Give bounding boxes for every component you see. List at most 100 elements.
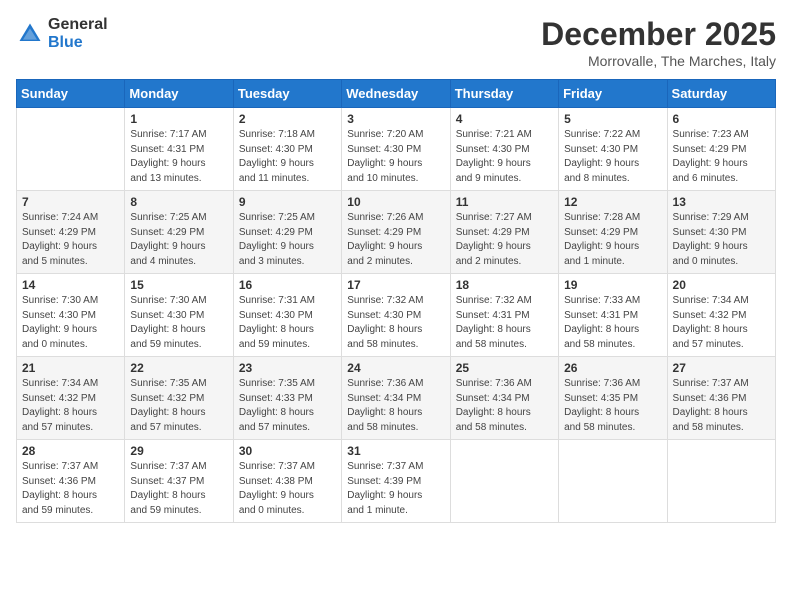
calendar-cell: 16 Sunrise: 7:31 AMSunset: 4:30 PMDayligh… xyxy=(233,274,341,357)
calendar-week-5: 28 Sunrise: 7:37 AMSunset: 4:36 PMDayligh… xyxy=(17,440,776,523)
day-number: 2 xyxy=(239,112,336,126)
title-area: December 2025 Morrovalle, The Marches, I… xyxy=(541,16,776,69)
calendar-week-1: 1 Sunrise: 7:17 AMSunset: 4:31 PMDaylight… xyxy=(17,108,776,191)
day-number: 5 xyxy=(564,112,661,126)
calendar-cell: 12 Sunrise: 7:28 AMSunset: 4:29 PMDayligh… xyxy=(559,191,667,274)
logo-blue-text: Blue xyxy=(48,34,108,52)
day-info: Sunrise: 7:34 AMSunset: 4:32 PMDaylight:… xyxy=(22,377,119,435)
day-number: 23 xyxy=(239,361,336,375)
calendar-cell: 29Sunrise: 7:37 AMSunset: 4:37 PMDayligh… xyxy=(125,440,233,523)
day-info: Sunrise: 7:22 AMSunset: 4:30 PMDaylight:… xyxy=(564,128,661,186)
calendar-cell: 19Sunrise: 7:33 AMSunset: 4:31 PMDayligh… xyxy=(559,274,667,357)
day-header-monday: Monday xyxy=(125,80,233,108)
logo-general-text: General xyxy=(48,16,108,34)
calendar-cell: 18 Sunrise: 7:32 AMSunset: 4:31 PMDayligh… xyxy=(450,274,558,357)
calendar-cell: 8 Sunrise: 7:25 AMSunset: 4:29 PMDaylight… xyxy=(125,191,233,274)
page-header: General Blue December 2025 Morrovalle, T… xyxy=(16,16,776,69)
calendar-cell: 6 Sunrise: 7:23 AMSunset: 4:29 PMDaylight… xyxy=(667,108,775,191)
day-info: Sunrise: 7:26 AMSunset: 4:29 PMDaylight:… xyxy=(347,211,444,269)
day-info: Sunrise: 7:37 AMSunset: 4:37 PMDaylight:… xyxy=(130,460,227,518)
calendar-cell: 13Sunrise: 7:29 AMSunset: 4:30 PMDayligh… xyxy=(667,191,775,274)
day-header-tuesday: Tuesday xyxy=(233,80,341,108)
day-number: 8 xyxy=(130,195,227,209)
day-number: 18 xyxy=(456,278,553,292)
day-info: Sunrise: 7:37 AMSunset: 4:36 PMDaylight:… xyxy=(673,377,770,435)
calendar-cell: 17 Sunrise: 7:32 AMSunset: 4:30 PMDayligh… xyxy=(342,274,450,357)
logo: General Blue xyxy=(16,16,108,51)
day-info: Sunrise: 7:21 AMSunset: 4:30 PMDaylight:… xyxy=(456,128,553,186)
day-header-saturday: Saturday xyxy=(667,80,775,108)
day-info: Sunrise: 7:36 AMSunset: 4:35 PMDaylight:… xyxy=(564,377,661,435)
calendar-cell: 10 Sunrise: 7:26 AMSunset: 4:29 PMDayligh… xyxy=(342,191,450,274)
day-info: Sunrise: 7:32 AMSunset: 4:31 PMDaylight:… xyxy=(456,294,553,352)
day-info: Sunrise: 7:31 AMSunset: 4:30 PMDaylight:… xyxy=(239,294,336,352)
day-number: 31 xyxy=(347,444,444,458)
day-info: Sunrise: 7:33 AMSunset: 4:31 PMDaylight:… xyxy=(564,294,661,352)
calendar-table: SundayMondayTuesdayWednesdayThursdayFrid… xyxy=(16,79,776,523)
logo-text: General Blue xyxy=(48,16,108,51)
day-number: 28 xyxy=(22,444,119,458)
day-info: Sunrise: 7:32 AMSunset: 4:30 PMDaylight:… xyxy=(347,294,444,352)
day-info: Sunrise: 7:27 AMSunset: 4:29 PMDaylight:… xyxy=(456,211,553,269)
calendar-cell xyxy=(450,440,558,523)
calendar-cell: 31 Sunrise: 7:37 AMSunset: 4:39 PMDayligh… xyxy=(342,440,450,523)
day-number: 3 xyxy=(347,112,444,126)
day-info: Sunrise: 7:17 AMSunset: 4:31 PMDaylight:… xyxy=(130,128,227,186)
calendar-cell: 5 Sunrise: 7:22 AMSunset: 4:30 PMDaylight… xyxy=(559,108,667,191)
calendar-week-2: 7Sunrise: 7:24 AMSunset: 4:29 PMDaylight… xyxy=(17,191,776,274)
calendar-cell: 27 Sunrise: 7:37 AMSunset: 4:36 PMDayligh… xyxy=(667,357,775,440)
day-info: Sunrise: 7:35 AMSunset: 4:32 PMDaylight:… xyxy=(130,377,227,435)
day-number: 11 xyxy=(456,195,553,209)
day-number: 22 xyxy=(130,361,227,375)
day-header-thursday: Thursday xyxy=(450,80,558,108)
calendar-cell: 15 Sunrise: 7:30 AMSunset: 4:30 PMDayligh… xyxy=(125,274,233,357)
day-number: 15 xyxy=(130,278,227,292)
calendar-cell: 23 Sunrise: 7:35 AMSunset: 4:33 PMDayligh… xyxy=(233,357,341,440)
calendar-cell: 2Sunrise: 7:18 AMSunset: 4:30 PMDaylight… xyxy=(233,108,341,191)
day-header-wednesday: Wednesday xyxy=(342,80,450,108)
day-info: Sunrise: 7:25 AMSunset: 4:29 PMDaylight:… xyxy=(130,211,227,269)
day-info: Sunrise: 7:34 AMSunset: 4:32 PMDaylight:… xyxy=(673,294,770,352)
day-info: Sunrise: 7:30 AMSunset: 4:30 PMDaylight:… xyxy=(130,294,227,352)
day-number: 12 xyxy=(564,195,661,209)
month-title: December 2025 xyxy=(541,16,776,53)
day-number: 20 xyxy=(673,278,770,292)
day-info: Sunrise: 7:37 AMSunset: 4:36 PMDaylight:… xyxy=(22,460,119,518)
calendar-cell: 20 Sunrise: 7:34 AMSunset: 4:32 PMDayligh… xyxy=(667,274,775,357)
day-number: 30 xyxy=(239,444,336,458)
day-number: 4 xyxy=(456,112,553,126)
day-info: Sunrise: 7:20 AMSunset: 4:30 PMDaylight:… xyxy=(347,128,444,186)
day-number: 27 xyxy=(673,361,770,375)
day-number: 6 xyxy=(673,112,770,126)
calendar-cell: 1 Sunrise: 7:17 AMSunset: 4:31 PMDaylight… xyxy=(125,108,233,191)
day-info: Sunrise: 7:29 AMSunset: 4:30 PMDaylight:… xyxy=(673,211,770,269)
calendar-cell: 25Sunrise: 7:36 AMSunset: 4:34 PMDayligh… xyxy=(450,357,558,440)
day-info: Sunrise: 7:24 AMSunset: 4:29 PMDaylight:… xyxy=(22,211,119,269)
calendar-week-3: 14Sunrise: 7:30 AMSunset: 4:30 PMDayligh… xyxy=(17,274,776,357)
calendar-cell: 3 Sunrise: 7:20 AMSunset: 4:30 PMDaylight… xyxy=(342,108,450,191)
calendar-cell xyxy=(667,440,775,523)
day-header-friday: Friday xyxy=(559,80,667,108)
day-info: Sunrise: 7:37 AMSunset: 4:39 PMDaylight:… xyxy=(347,460,444,518)
day-number: 24 xyxy=(347,361,444,375)
day-header-sunday: Sunday xyxy=(17,80,125,108)
day-info: Sunrise: 7:23 AMSunset: 4:29 PMDaylight:… xyxy=(673,128,770,186)
day-number: 16 xyxy=(239,278,336,292)
day-number: 10 xyxy=(347,195,444,209)
calendar-week-4: 21 Sunrise: 7:34 AMSunset: 4:32 PMDayligh… xyxy=(17,357,776,440)
calendar-cell: 4 Sunrise: 7:21 AMSunset: 4:30 PMDaylight… xyxy=(450,108,558,191)
day-number: 17 xyxy=(347,278,444,292)
calendar-cell: 22 Sunrise: 7:35 AMSunset: 4:32 PMDayligh… xyxy=(125,357,233,440)
day-info: Sunrise: 7:25 AMSunset: 4:29 PMDaylight:… xyxy=(239,211,336,269)
day-number: 21 xyxy=(22,361,119,375)
calendar-cell: 9Sunrise: 7:25 AMSunset: 4:29 PMDaylight… xyxy=(233,191,341,274)
calendar-cell: 28 Sunrise: 7:37 AMSunset: 4:36 PMDayligh… xyxy=(17,440,125,523)
day-number: 25 xyxy=(456,361,553,375)
calendar-cell: 24Sunrise: 7:36 AMSunset: 4:34 PMDayligh… xyxy=(342,357,450,440)
day-info: Sunrise: 7:28 AMSunset: 4:29 PMDaylight:… xyxy=(564,211,661,269)
calendar-cell: 30Sunrise: 7:37 AMSunset: 4:38 PMDayligh… xyxy=(233,440,341,523)
calendar-cell xyxy=(559,440,667,523)
day-info: Sunrise: 7:35 AMSunset: 4:33 PMDaylight:… xyxy=(239,377,336,435)
calendar-cell: 21 Sunrise: 7:34 AMSunset: 4:32 PMDayligh… xyxy=(17,357,125,440)
day-number: 1 xyxy=(130,112,227,126)
